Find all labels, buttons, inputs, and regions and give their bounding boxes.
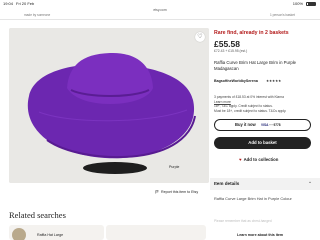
related-searches-heading: Related searches (9, 210, 66, 220)
strip-left-text: made by someone (24, 13, 51, 17)
price-detail: £72.43 + £15.95 (est.) (214, 49, 248, 53)
divider (0, 19, 320, 20)
price: £55.58 (214, 39, 240, 49)
status-date: Fri 20 Feb (16, 1, 35, 6)
product-image[interactable]: ♡ Purple (9, 28, 209, 183)
urgency-badge: Rare find, already in 2 baskets (214, 30, 289, 36)
related-search-card[interactable] (106, 225, 206, 240)
status-time: 19:04 (3, 1, 14, 6)
related-search-label: Raffia Hat Large (37, 233, 64, 237)
item-description: Raffia Curve Large Brim Hat in Purple Co… (214, 196, 292, 201)
add-to-collection-button[interactable]: ♥ Add to collection (239, 157, 278, 162)
purple-hat-image (9, 28, 209, 183)
faded-description: Please remember that as chest-hanged (214, 219, 272, 223)
flag-icon (155, 190, 159, 194)
report-item-link[interactable]: Report this item to Etsy (155, 190, 198, 194)
item-details-header: Item details (214, 181, 240, 186)
item-details-toggle[interactable]: Item details ⌃ (210, 178, 320, 190)
chevron-up-icon: ⌃ (308, 181, 312, 186)
battery-icon (306, 1, 316, 6)
add-to-collection-label: Add to collection (243, 157, 279, 162)
klarna-terms-2: Must be 18+, credit subject to status. T… (214, 108, 287, 113)
buy-it-now-label: Buy it now (235, 122, 256, 127)
report-link-label: Report this item to Etsy (161, 190, 199, 194)
learn-more-link[interactable]: Learn more about this item (237, 233, 283, 237)
saved-card: VISA ····9778 (261, 123, 291, 128)
related-thumbnail (12, 228, 26, 240)
favorite-heart-icon[interactable]: ♡ (195, 32, 205, 42)
card-number: ····9778 (269, 122, 281, 127)
shop-name-link[interactable]: BagsoftheWorldbySerena (214, 79, 258, 83)
status-bar: 19:04 Fri 20 Feb 100% (0, 0, 320, 7)
heart-icon: ♥ (239, 157, 242, 162)
buy-it-now-button[interactable]: Buy it now VISA ····9778 (214, 119, 311, 131)
star-rating: ★★★★★ (266, 79, 282, 83)
klarna-info: 3 payments of £18.53 at 0% interest with… (214, 95, 314, 113)
visa-icon: VISA (261, 122, 269, 127)
image-caption: Purple (169, 165, 180, 169)
product-title: Raffia Curve Brim Hat Large Brim in Purp… (214, 60, 297, 72)
battery-percent: 100% (292, 1, 303, 6)
strip-right-text: 1 person's basket (270, 13, 295, 17)
add-to-basket-button[interactable]: Add to basket (214, 137, 311, 149)
related-search-card[interactable]: Raffia Hat Large (9, 225, 104, 240)
top-strip: made by someone 1 person's basket (0, 13, 320, 20)
